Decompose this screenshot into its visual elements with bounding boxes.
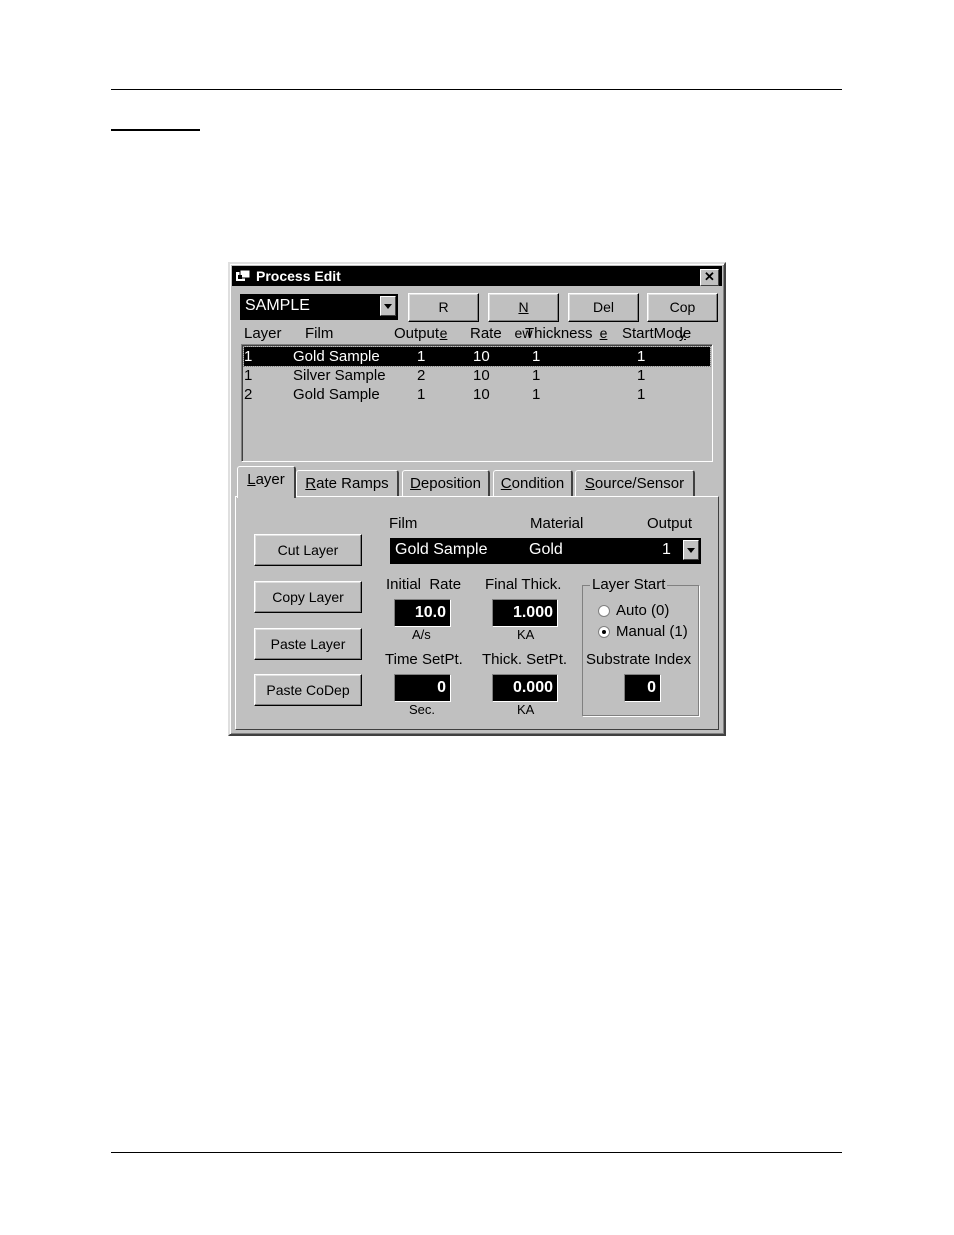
delete-button[interactable]: Delete: [568, 293, 639, 367]
cut-layer-button[interactable]: Cut Layer: [254, 534, 362, 566]
bottom-rule: [111, 1152, 842, 1153]
final-thick-field[interactable]: 1.000: [492, 599, 558, 627]
header-film: Film: [305, 325, 334, 342]
heading-underline: [111, 129, 200, 131]
close-icon: ✕: [704, 269, 715, 284]
copy-button[interactable]: Cop y: [647, 293, 718, 341]
rename-button[interactable]: Rename: [408, 293, 479, 367]
close-button[interactable]: ✕: [700, 269, 719, 286]
time-setpt-field[interactable]: 0: [394, 674, 451, 702]
tab-source-sensor[interactable]: Source/Sensor: [575, 470, 695, 496]
film-select-material: Gold: [529, 541, 563, 558]
paste-layer-button[interactable]: Paste Layer: [254, 628, 362, 660]
auto-radio-label[interactable]: Auto (0): [616, 602, 669, 619]
output-label: Output: [647, 515, 693, 532]
tab-rate-ramps[interactable]: Rate Ramps: [296, 470, 399, 496]
process-select[interactable]: SAMPLE: [240, 294, 398, 320]
table-row[interactable]: 2 Gold Sample 1 10 1 1: [244, 385, 710, 404]
chevron-down-icon[interactable]: [683, 540, 699, 560]
film-select-film: Gold Sample: [395, 541, 488, 558]
final-thick-unit: KA: [517, 627, 535, 642]
title-bar: Process Edit ✕: [232, 266, 722, 286]
tab-layer[interactable]: Layer: [237, 466, 296, 498]
film-select[interactable]: Gold Sample Gold 1: [390, 538, 701, 564]
substrate-index-field[interactable]: 0: [624, 674, 661, 702]
tab-condition[interactable]: Condition: [493, 470, 573, 496]
time-setpt-unit: Sec.: [409, 702, 436, 717]
copy-layer-button[interactable]: Copy Layer: [254, 581, 362, 613]
header-layer: Layer: [244, 325, 282, 342]
film-label: Film: [389, 515, 418, 532]
initial-rate-label: Initial Rate: [386, 576, 462, 593]
table-row[interactable]: 1 Gold Sample 1 10 1 1: [243, 346, 711, 367]
tab-deposition[interactable]: Deposition: [402, 470, 490, 496]
layer-start-label: Layer Start: [590, 576, 668, 593]
manual-radio[interactable]: [598, 626, 610, 638]
final-thick-label: Final Thick.: [485, 576, 562, 593]
header-startmode: StartMode: [622, 325, 692, 342]
app-icon: [236, 270, 250, 281]
paste-codep-button[interactable]: Paste CoDep: [254, 674, 362, 706]
substrate-index-label: Substrate Index: [586, 651, 692, 668]
header-thickness: Thickness: [525, 325, 593, 342]
initial-rate-unit: A/s: [412, 627, 431, 642]
thick-setpt-field[interactable]: 0.000: [492, 674, 558, 702]
time-setpt-label: Time SetPt.: [385, 651, 463, 668]
header-rate: Rate: [470, 325, 502, 342]
auto-radio[interactable]: [598, 605, 610, 617]
thick-setpt-label: Thick. SetPt.: [482, 651, 568, 668]
thick-setpt-unit: KA: [517, 702, 535, 717]
header-output: Output: [394, 325, 440, 342]
manual-radio-label[interactable]: Manual (1): [616, 623, 688, 640]
new-button[interactable]: New: [488, 293, 559, 341]
initial-rate-field[interactable]: 10.0: [394, 599, 451, 627]
window-title: Process Edit: [256, 268, 341, 284]
film-select-output: 1: [662, 541, 671, 558]
chevron-down-icon[interactable]: [380, 296, 396, 316]
process-select-value: SAMPLE: [245, 297, 310, 314]
table-row[interactable]: 1 Silver Sample 2 10 1 1: [244, 366, 710, 385]
top-rule: [111, 89, 842, 90]
layers-list[interactable]: 1 Gold Sample 1 10 1 1 1 Silver Sample 2…: [241, 344, 713, 462]
material-label: Material: [530, 515, 584, 532]
